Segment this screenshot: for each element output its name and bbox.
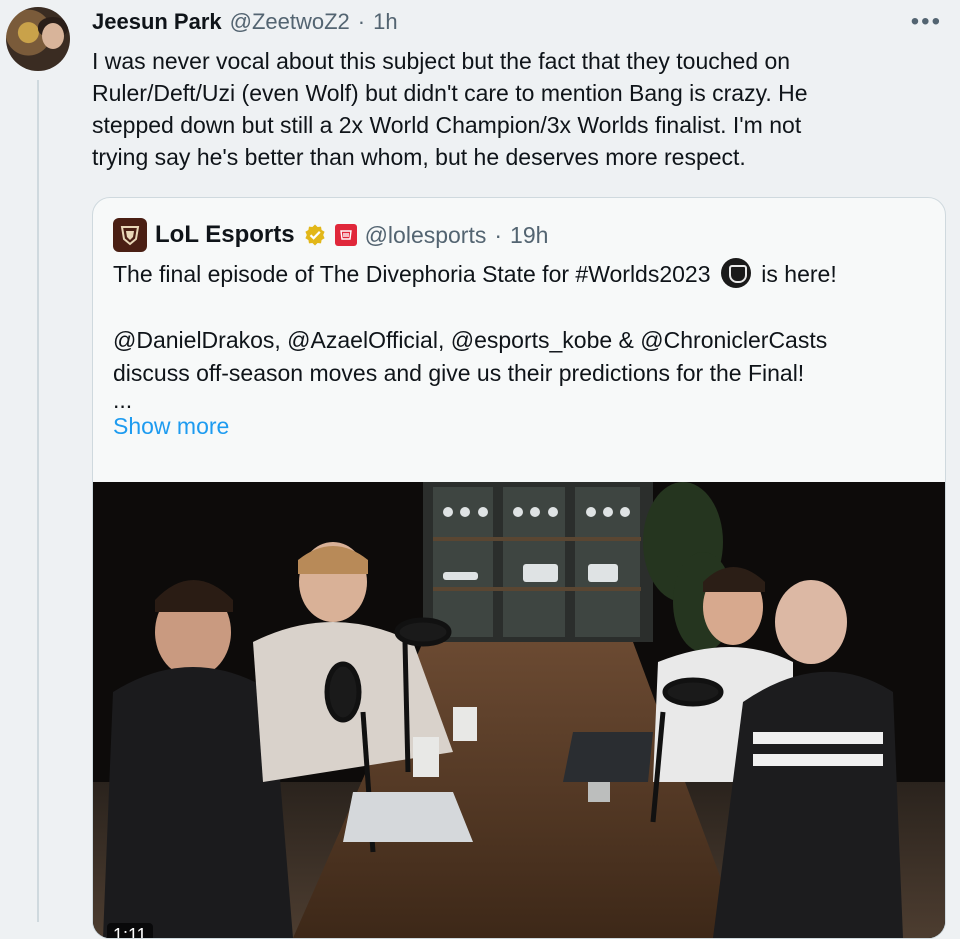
verified-badge-icon <box>304 224 325 246</box>
quoted-tweet-header: LoL Esports @lolesports · 19h <box>113 218 548 252</box>
tweet-text: I was never vocal about this subject but… <box>92 45 932 173</box>
more-horizontal-icon[interactable]: ••• <box>911 8 942 36</box>
thread-connector-line <box>37 80 39 922</box>
separator-dot: · <box>357 9 366 34</box>
ellipsis: ... <box>113 387 133 413</box>
author-name[interactable]: Jeesun Park <box>92 9 222 35</box>
quoted-tweet-text: The final episode of The Divephoria Stat… <box>113 258 923 443</box>
quoted-text-line: discuss off-season moves and give us the… <box>113 360 805 386</box>
tweet-text-line: I was never vocal about this subject but… <box>92 48 791 74</box>
quoted-tweet[interactable]: LoL Esports @lolesports · 19h The final … <box>92 197 946 939</box>
video-player[interactable]: 1:11 <box>93 482 945 938</box>
video-duration: 1:11 <box>107 923 153 938</box>
tweet-text-line: trying say he's better than whom, but he… <box>92 144 746 170</box>
author-handle[interactable]: @ZeetwoZ2 <box>230 9 350 35</box>
lol-esports-logo-icon[interactable] <box>113 218 147 252</box>
quoted-text-line: @DanielDrakos, @AzaelOfficial, @esports_… <box>113 327 828 353</box>
quoted-author-name[interactable]: LoL Esports <box>155 221 295 249</box>
affiliate-badge-icon[interactable] <box>334 224 357 246</box>
quoted-text-segment: is here! <box>761 261 837 287</box>
worlds-trophy-icon <box>720 258 751 288</box>
quoted-text-line: The final episode of The Divephoria Stat… <box>113 258 923 291</box>
show-more-link[interactable]: Show more <box>113 410 923 443</box>
tweet-text-line: stepped down but still a 2x World Champi… <box>92 112 802 138</box>
tweet-header: Jeesun Park @ZeetwoZ2 · 1h <box>92 9 398 35</box>
quoted-tweet-time[interactable]: 19h <box>510 222 548 249</box>
video-frame-image <box>93 482 945 938</box>
avatar[interactable] <box>6 7 70 71</box>
tweet-text-line: Ruler/Deft/Uzi (even Wolf) but didn't ca… <box>92 80 808 106</box>
separator-dot: · <box>494 221 503 248</box>
tweet-time[interactable]: 1h <box>373 9 397 35</box>
quoted-author-handle[interactable]: @lolesports <box>365 222 487 249</box>
quoted-text-segment: The final episode of The Divephoria Stat… <box>113 261 711 287</box>
